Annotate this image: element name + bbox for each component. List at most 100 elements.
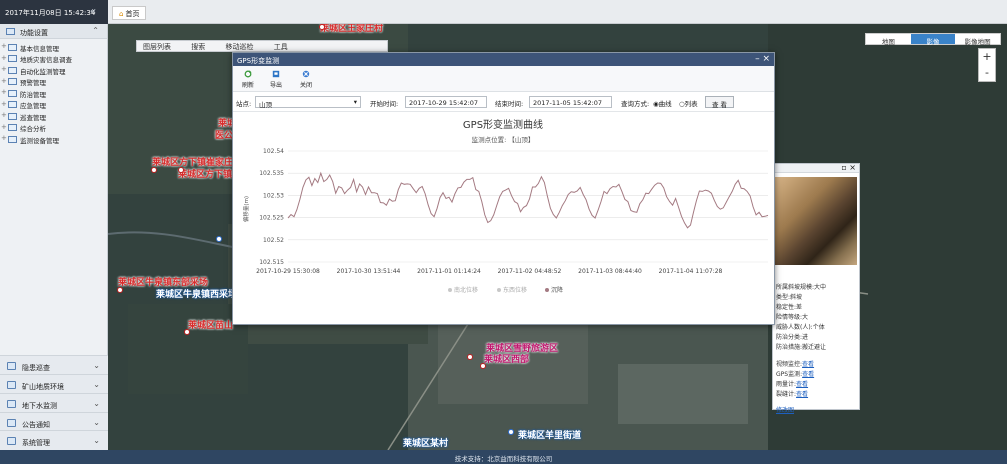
- map-type-button[interactable]: 地图: [866, 34, 911, 46]
- sidebar-item-label: 综合分析: [20, 125, 46, 133]
- chevron-up-icon[interactable]: ⌃: [92, 26, 99, 35]
- chevron-down-icon[interactable]: ⌄: [93, 361, 100, 370]
- expand-icon[interactable]: +: [1, 111, 7, 119]
- maximize-icon[interactable]: ▫: [841, 163, 846, 172]
- map-marker-icon[interactable]: [508, 429, 514, 435]
- expand-icon[interactable]: +: [1, 42, 7, 50]
- folder-icon: [8, 66, 17, 74]
- zoom-control: + -: [978, 48, 996, 82]
- expand-icon[interactable]: +: [1, 54, 7, 62]
- dialog-title-bar[interactable]: GPS形变监测 – ×: [233, 53, 774, 66]
- map-marker-icon[interactable]: [184, 329, 190, 335]
- chevron-down-icon[interactable]: ⌄: [93, 399, 100, 408]
- view-gps-link[interactable]: 查看: [802, 371, 814, 378]
- map-marker-icon[interactable]: [216, 236, 222, 242]
- refresh-button[interactable]: 刷新: [237, 70, 259, 89]
- folder-icon: [8, 124, 17, 131]
- x-tick-label: 2017-11-01 01:14:24: [417, 268, 481, 275]
- sidebar-item[interactable]: + 巡查管理: [0, 110, 107, 122]
- sidebar-item[interactable]: + 应急管理: [0, 99, 107, 111]
- map-marker-icon[interactable]: [467, 354, 473, 360]
- close-icon[interactable]: ×: [762, 54, 770, 64]
- map-site-label[interactable]: 莱城区西部: [484, 352, 529, 365]
- sidebar-bottom-item[interactable]: 隐患巡查 ⌄: [0, 355, 108, 376]
- chevron-down-icon[interactable]: ⌄: [93, 436, 100, 445]
- map-site-label[interactable]: 莱城区某村: [403, 436, 448, 449]
- map-type-button[interactable]: 影像: [910, 34, 956, 46]
- minimize-icon[interactable]: –: [755, 54, 760, 64]
- map-site-label[interactable]: 莱城区方下镇: [178, 167, 232, 180]
- end-time-input[interactable]: 2017-11-05 15:42:07: [529, 96, 612, 108]
- map-site-label[interactable]: 莱城区王家庄村: [320, 24, 383, 34]
- map-marker-icon[interactable]: [151, 167, 157, 173]
- dialog-controls: – ×: [755, 54, 770, 64]
- zoom-in-button[interactable]: +: [979, 49, 995, 65]
- info-link-row: 雨量计:查看: [776, 381, 809, 388]
- expand-icon[interactable]: +: [1, 77, 7, 85]
- sidebar-item-label: 巡查管理: [20, 113, 46, 122]
- view-crack-link[interactable]: 查看: [796, 391, 808, 398]
- map-site-label[interactable]: 莱城区苗山: [188, 318, 233, 331]
- y-tick-label: 102.515: [259, 259, 284, 266]
- view-rain-link[interactable]: 查看: [796, 381, 808, 388]
- sidebar-header[interactable]: 功能设置 ⌃: [0, 24, 107, 39]
- y-axis-label: 偏移量(m): [242, 196, 250, 222]
- expand-icon[interactable]: +: [1, 65, 7, 73]
- collapse-sidebar-icon[interactable]: «: [90, 6, 96, 17]
- sidebar-item[interactable]: + 预警管理: [0, 76, 107, 88]
- map-marker-icon[interactable]: [319, 24, 325, 30]
- sidebar-bottom-item[interactable]: 地下水监测 ⌄: [0, 393, 108, 414]
- map-type-button[interactable]: 影像地图: [955, 34, 1001, 46]
- map-marker-icon[interactable]: [178, 167, 184, 173]
- footer: 技术支持：北京益而科技有限公司: [0, 450, 1007, 464]
- sidebar-bottom-item[interactable]: 矿山地质环境 ⌄: [0, 374, 108, 395]
- layer-list-button[interactable]: 图层列表: [137, 41, 177, 51]
- y-tick-label: 102.535: [259, 170, 284, 177]
- edit-image-link[interactable]: 修改图: [776, 407, 794, 414]
- expand-icon[interactable]: +: [1, 88, 7, 96]
- folder-icon: [8, 112, 17, 120]
- map-marker-icon[interactable]: [117, 287, 123, 293]
- site-photo[interactable]: [775, 177, 857, 265]
- info-line: 威胁人数(人):个体: [776, 324, 825, 331]
- view-video-link[interactable]: 查看: [802, 361, 814, 368]
- sidebar-bottom-label: 地下水监测: [22, 402, 57, 410]
- sidebar-item[interactable]: + 基本信息管理: [0, 41, 107, 53]
- sidebar-item[interactable]: + 自动化监测管理: [0, 64, 107, 76]
- search-button[interactable]: 搜索: [185, 41, 211, 51]
- expand-icon[interactable]: +: [1, 100, 7, 108]
- map-marker-icon[interactable]: [480, 363, 486, 369]
- info-line: 稳定性:差: [776, 304, 803, 311]
- chart-svg: GPS形变监测曲线监测点位置: 【山顶】 102.54 102.535 102.53 1…: [242, 118, 769, 294]
- panel-header: ▫ ×: [773, 164, 859, 173]
- close-icon[interactable]: ×: [849, 163, 856, 172]
- mobile-inspection-button[interactable]: 移动巡检: [219, 41, 259, 51]
- map-site-label[interactable]: 莱城区牛泉镇西采场: [156, 287, 237, 300]
- map-type-switcher: 地图 影像 影像地图: [865, 33, 1001, 46]
- sidebar-item[interactable]: + 综合分析: [0, 122, 107, 134]
- export-button[interactable]: 导出: [265, 70, 287, 89]
- series-line-settlement: [287, 171, 769, 229]
- sidebar-item[interactable]: + 防治管理: [0, 87, 107, 99]
- tab-home[interactable]: ⌂ 首页: [112, 6, 147, 20]
- search-button[interactable]: 查 看: [705, 96, 734, 109]
- tools-button[interactable]: 工具: [268, 41, 294, 51]
- site-select[interactable]: 山顶 ▾: [255, 96, 361, 109]
- sidebar-bottom-item[interactable]: 系统管理 ⌄: [0, 430, 108, 451]
- mode-table-radio[interactable]: ○列表: [679, 98, 698, 108]
- sidebar-item-label: 应急管理: [20, 102, 46, 110]
- sidebar-item[interactable]: + 地质灾害信息调查: [0, 53, 107, 65]
- expand-icon[interactable]: +: [1, 123, 7, 131]
- expand-icon[interactable]: +: [1, 134, 7, 142]
- map-site-label[interactable]: 医公: [215, 128, 233, 141]
- close-button[interactable]: 关闭: [295, 70, 317, 89]
- zoom-out-button[interactable]: -: [979, 65, 995, 81]
- datetime-text: 2017年11月08日 15:42:34: [5, 9, 96, 17]
- mode-curve-radio[interactable]: ◉曲线: [653, 98, 672, 108]
- chevron-down-icon[interactable]: ⌄: [93, 380, 100, 389]
- chevron-down-icon[interactable]: ⌄: [93, 418, 100, 427]
- map-site-label[interactable]: 莱城区羊里街道: [518, 428, 581, 441]
- sidebar-item[interactable]: + 监测设备管理: [0, 133, 107, 145]
- start-time-input[interactable]: 2017-10-29 15:42:07: [405, 96, 487, 108]
